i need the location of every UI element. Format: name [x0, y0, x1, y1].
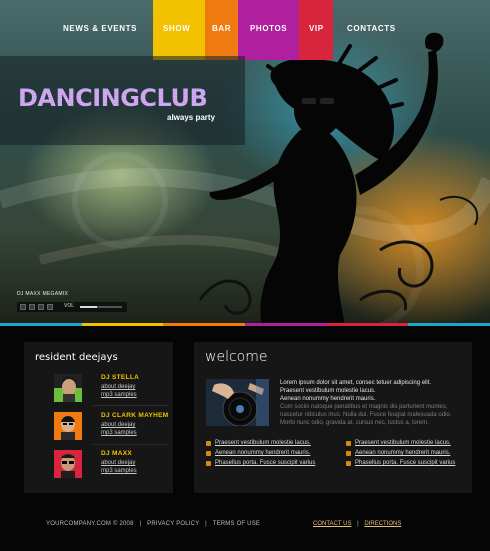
next-icon[interactable] — [47, 304, 53, 310]
footer-links: CONTACT US | DIRECTIONS — [313, 521, 402, 527]
dj-divider — [93, 444, 168, 445]
welcome-links-right: Praesent vestibulum molestie lacus. Aene… — [346, 440, 455, 470]
play-icon[interactable] — [20, 304, 26, 310]
welcome-line: Cum sociis natoque penatibus et magnis d… — [280, 404, 448, 410]
site-logo[interactable]: DANCINGCLUB — [18, 84, 208, 112]
dj-photo[interactable] — [54, 374, 82, 402]
player-track-label: DJ MAXX MEGAMIX — [17, 291, 69, 297]
logo-tagline: always party — [167, 113, 216, 122]
color-segment — [326, 323, 409, 326]
dj-photo[interactable] — [54, 412, 82, 440]
dj-turntable-photo — [206, 379, 269, 426]
nav-item-vip[interactable]: VIP — [309, 24, 324, 33]
nav-item-news-events[interactable]: NEWS & EVENTS — [63, 24, 137, 33]
welcome-line: nascetur ridiculus mus. Nulla dui. Fusce… — [280, 412, 452, 418]
dj-about-link[interactable]: about deejay — [101, 422, 135, 428]
welcome-link[interactable]: Aenean nonummy hendrerit mauris. — [346, 450, 455, 460]
nav-item-show[interactable]: SHOW — [163, 24, 190, 33]
dj-samples-link[interactable]: mp3 samples — [101, 430, 137, 436]
welcome-link[interactable]: Phasellus porta. Fusce suscipit varius — [346, 460, 455, 470]
link-bullet-icon — [206, 451, 211, 456]
color-divider-strip — [0, 323, 490, 326]
welcome-link[interactable]: Aenean nonummy hendrerit mauris. — [206, 450, 315, 460]
dj-name: DJ STELLA — [101, 374, 140, 381]
nav-item-contacts[interactable]: CONTACTS — [347, 24, 396, 33]
welcome-line: Lorem ipsum dolor sit amet, consec tetue… — [280, 380, 432, 386]
page: NEWS & EVENTS SHOW BAR PHOTOS VIP CONTAC… — [0, 0, 490, 551]
welcome-link[interactable]: Praesent vestibulum molestie lacus. — [346, 440, 455, 450]
welcome-line: Praesent vestibulum molestie lacus. — [280, 388, 376, 394]
dj-samples-link[interactable]: mp3 samples — [101, 392, 137, 398]
welcome-paragraph: Lorem ipsum dolor sit amet, consec tetue… — [280, 379, 466, 427]
volume-slider[interactable] — [80, 306, 122, 308]
volume-level — [80, 306, 97, 308]
link-bullet-icon — [206, 441, 211, 446]
link-bullet-icon — [206, 461, 211, 466]
color-segment — [408, 323, 490, 326]
link-bullet-icon — [346, 461, 351, 466]
pause-icon[interactable] — [29, 304, 35, 310]
footer-contact-link[interactable]: CONTACT US — [313, 521, 351, 527]
color-segment — [163, 323, 246, 326]
link-bullet-icon — [346, 441, 351, 446]
welcome-line: Aenean nonummy hendrerit mauris. — [280, 396, 376, 402]
main-navigation: NEWS & EVENTS SHOW BAR PHOTOS VIP CONTAC… — [0, 0, 490, 60]
welcome-line: Morbi nunc odio, gravida at, cursus nec,… — [280, 420, 429, 426]
color-segment — [81, 323, 164, 326]
link-bullet-icon — [346, 451, 351, 456]
footer-terms-link[interactable]: TERMS OF USE — [213, 521, 260, 527]
footer-privacy-link[interactable]: PRIVACY POLICY — [147, 521, 199, 527]
welcome-links-left: Praesent vestibulum molestie lacus. Aene… — [206, 440, 315, 470]
deejays-heading: resident deejays — [35, 352, 118, 363]
dj-samples-link[interactable]: mp3 samples — [101, 468, 137, 474]
dj-photo[interactable] — [54, 450, 82, 478]
footer-directions-link[interactable]: DIRECTIONS — [364, 521, 401, 527]
dj-item-maxx: DJ MAXX about deejay mp3 samples — [54, 450, 169, 488]
welcome-heading: welcome — [205, 349, 268, 365]
welcome-link[interactable]: Phasellus porta. Fusce suscipit varius — [206, 460, 315, 470]
nav-item-photos[interactable]: PHOTOS — [250, 24, 287, 33]
dj-name: DJ MAXX — [101, 450, 132, 457]
dj-name: DJ CLARK MAYHEM — [101, 412, 169, 419]
footer-copyright: YOURCOMPANY.COM © 2008 — [46, 521, 134, 527]
dj-about-link[interactable]: about deejay — [101, 384, 135, 390]
dj-item-stella: DJ STELLA about deejay mp3 samples — [54, 374, 169, 412]
color-segment — [245, 323, 327, 326]
color-segment — [0, 323, 82, 326]
dj-divider — [93, 405, 168, 406]
dj-about-link[interactable]: about deejay — [101, 460, 135, 466]
nav-item-bar[interactable]: BAR — [212, 24, 231, 33]
welcome-link[interactable]: Praesent vestibulum molestie lacus. — [206, 440, 315, 450]
volume-label: VOL — [64, 303, 75, 309]
stop-icon[interactable] — [38, 304, 44, 310]
footer-legal: YOURCOMPANY.COM © 2008 | PRIVACY POLICY … — [46, 521, 261, 527]
